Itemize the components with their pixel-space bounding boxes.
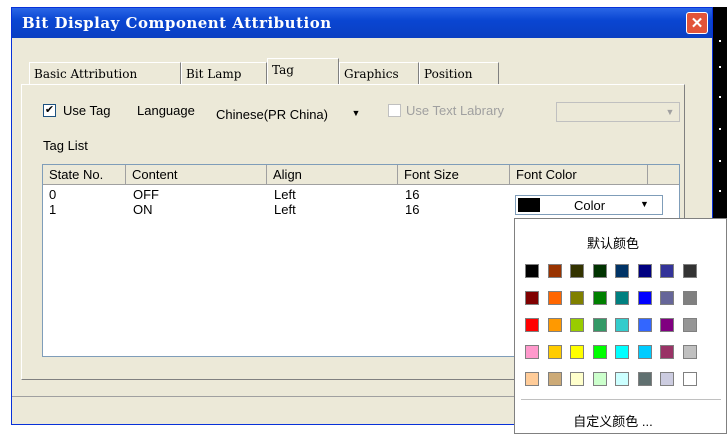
dot [719,96,721,98]
color-swatch[interactable] [637,372,652,386]
color-swatch[interactable] [547,291,562,305]
color-swatch[interactable] [660,372,674,386]
close-button[interactable]: ✕ [686,12,708,34]
dot [719,66,721,68]
state-no-cell: 0 [49,187,57,202]
color-swatch[interactable] [570,264,584,278]
color-swatch[interactable] [592,264,607,278]
column-header-state-no[interactable]: State No. [43,165,126,185]
use-text-library-checkbox [388,104,401,117]
chevron-down-icon: ▼ [640,199,649,209]
language-value: Chinese(PR China) [216,107,328,122]
column-header-font-size[interactable]: Font Size [398,165,510,185]
default-color-button[interactable]: 默认颜色 [515,233,711,252]
color-swatch[interactable] [525,318,539,332]
color-swatch[interactable] [637,264,652,278]
divider [521,399,721,400]
color-swatch[interactable] [615,345,629,359]
column-header-font-color[interactable]: Font Color [510,165,648,185]
color-swatch[interactable] [615,291,629,305]
tab-graphics[interactable]: Graphics [339,62,419,84]
window-title: Bit Display Component Attribution [22,14,332,32]
align-cell: Left [274,187,296,202]
color-swatch[interactable] [660,318,674,332]
chevron-down-icon: ▼ [351,108,361,118]
color-swatch[interactable] [660,264,674,278]
color-swatch[interactable] [682,372,697,386]
chevron-down-icon: ▼ [665,107,675,117]
color-swatch[interactable] [592,372,607,386]
tab-bit-lamp[interactable]: Bit Lamp [181,62,267,84]
column-header-content[interactable]: Content [126,165,267,185]
dot [719,160,721,162]
dot [719,128,721,130]
content-cell: OFF [133,187,159,202]
font-size-cell: 16 [405,187,420,202]
color-swatch[interactable] [682,318,697,332]
color-swatch[interactable] [525,291,539,305]
dot [719,40,721,42]
color-swatch[interactable] [570,345,584,359]
language-label: Language [137,103,195,118]
color-swatch[interactable] [660,291,674,305]
color-swatch[interactable] [682,264,697,278]
align-cell: Left [274,202,296,217]
color-select-value: Color [574,198,606,213]
content-cell: ON [133,202,153,217]
color-swatch[interactable] [570,372,584,386]
color-swatch[interactable] [525,264,539,278]
color-swatch[interactable] [637,291,652,305]
tag-list-label: Tag List [43,138,88,153]
color-swatch[interactable] [547,345,562,359]
color-swatch[interactable] [547,372,562,386]
font-size-cell: 16 [405,202,420,217]
color-swatch[interactable] [592,345,607,359]
color-swatch[interactable] [660,345,674,359]
color-swatch[interactable] [525,345,539,359]
column-header-align[interactable]: Align [267,165,398,185]
font-color-select[interactable]: Color ▼ [515,195,663,215]
color-swatch[interactable] [682,345,697,359]
color-swatch[interactable] [637,318,652,332]
use-tag-checkbox[interactable]: ✔ [43,104,56,117]
custom-color-button[interactable]: 自定义颜色 ... [515,411,711,430]
language-select[interactable]: Chinese(PR China) ▼ [212,103,366,123]
text-library-select: ▼ [556,102,680,122]
color-picker-popup: 默认颜色 自定义颜色 ... [514,218,727,434]
color-swatch[interactable] [682,291,697,305]
color-swatch[interactable] [637,345,652,359]
color-swatch[interactable] [592,318,607,332]
color-swatch[interactable] [592,291,607,305]
color-swatch[interactable] [547,318,562,332]
tab-basic-attribution[interactable]: Basic Attribution [29,62,181,84]
color-swatch[interactable] [615,372,629,386]
tab-tag[interactable]: Tag [267,58,339,84]
use-text-library-label: Use Text Labrary [406,103,505,118]
state-no-cell: 1 [49,202,57,217]
tab-position[interactable]: Position [419,62,499,84]
title-bar[interactable]: Bit Display Component Attribution ✕ [12,8,712,38]
color-swatch[interactable] [570,291,584,305]
color-swatch[interactable] [547,264,562,278]
column-header-empty [648,165,679,185]
color-swatch[interactable] [615,264,629,278]
color-swatch[interactable] [615,318,629,332]
color-swatch[interactable] [525,372,539,386]
dot [719,190,721,192]
use-tag-label: Use Tag [63,103,111,118]
color-swatch[interactable] [570,318,584,332]
current-color-swatch [518,198,540,212]
